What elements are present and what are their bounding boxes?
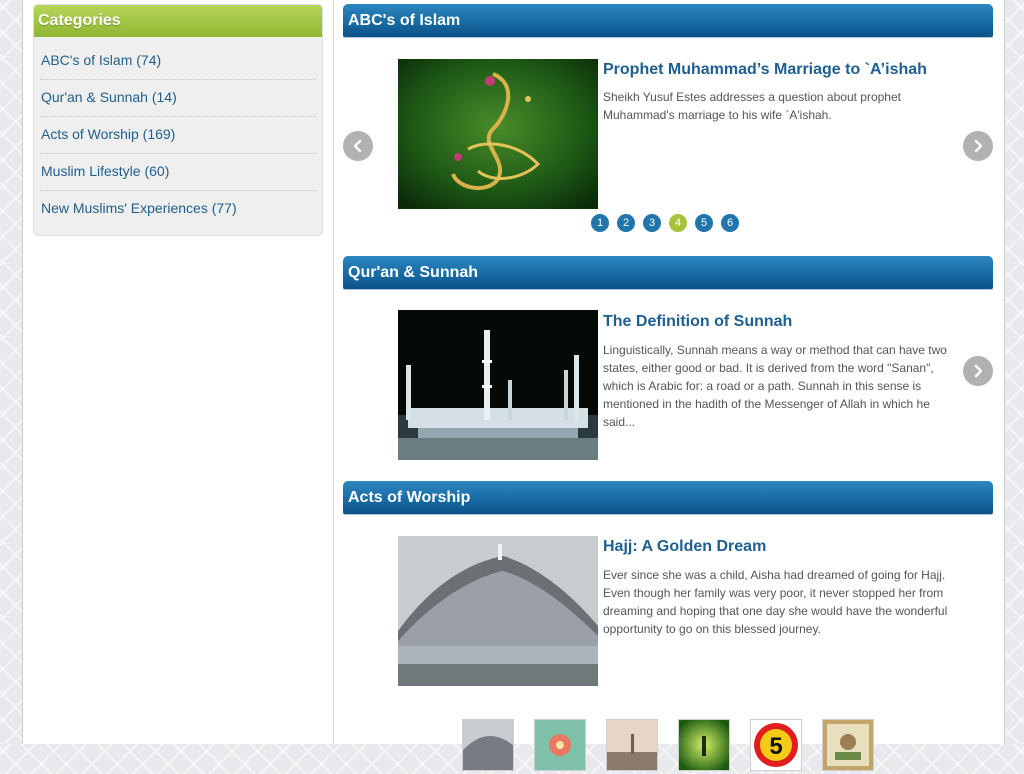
thumbnail-green-glow[interactable] xyxy=(678,719,730,771)
article-image-mosque[interactable] xyxy=(398,310,598,460)
page-dot-3[interactable]: 3 xyxy=(643,214,661,232)
badge-number: 5 xyxy=(769,733,782,760)
categories-list: ABC's of Islam (74) Qur'an & Sunnah (14)… xyxy=(34,37,322,235)
thumbnail-flower[interactable] xyxy=(534,719,586,771)
article-title[interactable]: The Definition of Sunnah xyxy=(603,313,792,331)
slider-pagination: 1 2 3 4 5 6 xyxy=(591,214,739,232)
chevron-right-icon xyxy=(974,139,983,153)
page-dot-1[interactable]: 1 xyxy=(591,214,609,232)
thumbnail-hajj[interactable] xyxy=(462,719,514,771)
next-arrow-button[interactable] xyxy=(963,356,993,386)
thumbnail-stamp[interactable] xyxy=(822,719,874,771)
page-dot-6[interactable]: 6 xyxy=(721,214,739,232)
section-header-quran-sunnah[interactable]: Qur'an & Sunnah xyxy=(343,256,993,289)
thumbnail-city[interactable] xyxy=(606,719,658,771)
chevron-left-icon xyxy=(353,139,362,153)
feature-slider-acts-of-worship: Hajj: A Golden Dream Ever since she was … xyxy=(343,514,993,774)
category-link-quran-sunnah[interactable]: Qur'an & Sunnah (14) xyxy=(40,80,316,117)
article-description: Ever since she was a child, Aisha had dr… xyxy=(603,568,948,636)
section-header-acts-of-worship[interactable]: Acts of Worship xyxy=(343,481,993,514)
main-content: ABC's of Islam Prophet Muhammad’s Marria… xyxy=(343,4,993,774)
page: Categories ABC's of Islam (74) Qur'an & … xyxy=(22,0,1005,771)
thumbnail-strip: 5 xyxy=(462,719,874,771)
next-arrow-button[interactable] xyxy=(963,131,993,161)
feature-slider-quran-sunnah: The Definition of Sunnah Linguistically,… xyxy=(343,289,993,481)
article-image-hajj[interactable] xyxy=(398,536,598,686)
section-header-abc[interactable]: ABC's of Islam xyxy=(343,4,993,37)
article-description: Linguistically, Sunnah means a way or me… xyxy=(603,343,947,429)
categories-title: Categories xyxy=(34,5,322,37)
thumbnail-number-badge[interactable]: 5 xyxy=(750,719,802,771)
article-title[interactable]: Hajj: A Golden Dream xyxy=(603,538,766,556)
categories-box: Categories ABC's of Islam (74) Qur'an & … xyxy=(33,4,323,236)
chevron-right-icon xyxy=(974,364,983,378)
page-dot-5[interactable]: 5 xyxy=(695,214,713,232)
article-description: Sheikh Yusuf Estes addresses a question … xyxy=(603,90,901,122)
column-divider xyxy=(333,0,334,744)
category-link-muslim-lifestyle[interactable]: Muslim Lifestyle (60) xyxy=(40,154,316,191)
page-dot-2[interactable]: 2 xyxy=(617,214,635,232)
category-link-abc[interactable]: ABC's of Islam (74) xyxy=(40,43,316,80)
feature-slider-abc: Prophet Muhammad’s Marriage to `A’ishah … xyxy=(343,37,993,256)
article-image-calligraphy[interactable] xyxy=(398,59,598,209)
article-title[interactable]: Prophet Muhammad’s Marriage to `A’ishah xyxy=(603,61,927,79)
category-link-new-muslims[interactable]: New Muslims' Experiences (77) xyxy=(40,191,316,227)
sidebar: Categories ABC's of Islam (74) Qur'an & … xyxy=(33,4,323,236)
category-link-acts-of-worship[interactable]: Acts of Worship (169) xyxy=(40,117,316,154)
page-dot-4-active[interactable]: 4 xyxy=(669,214,687,232)
prev-arrow-button[interactable] xyxy=(343,131,373,161)
